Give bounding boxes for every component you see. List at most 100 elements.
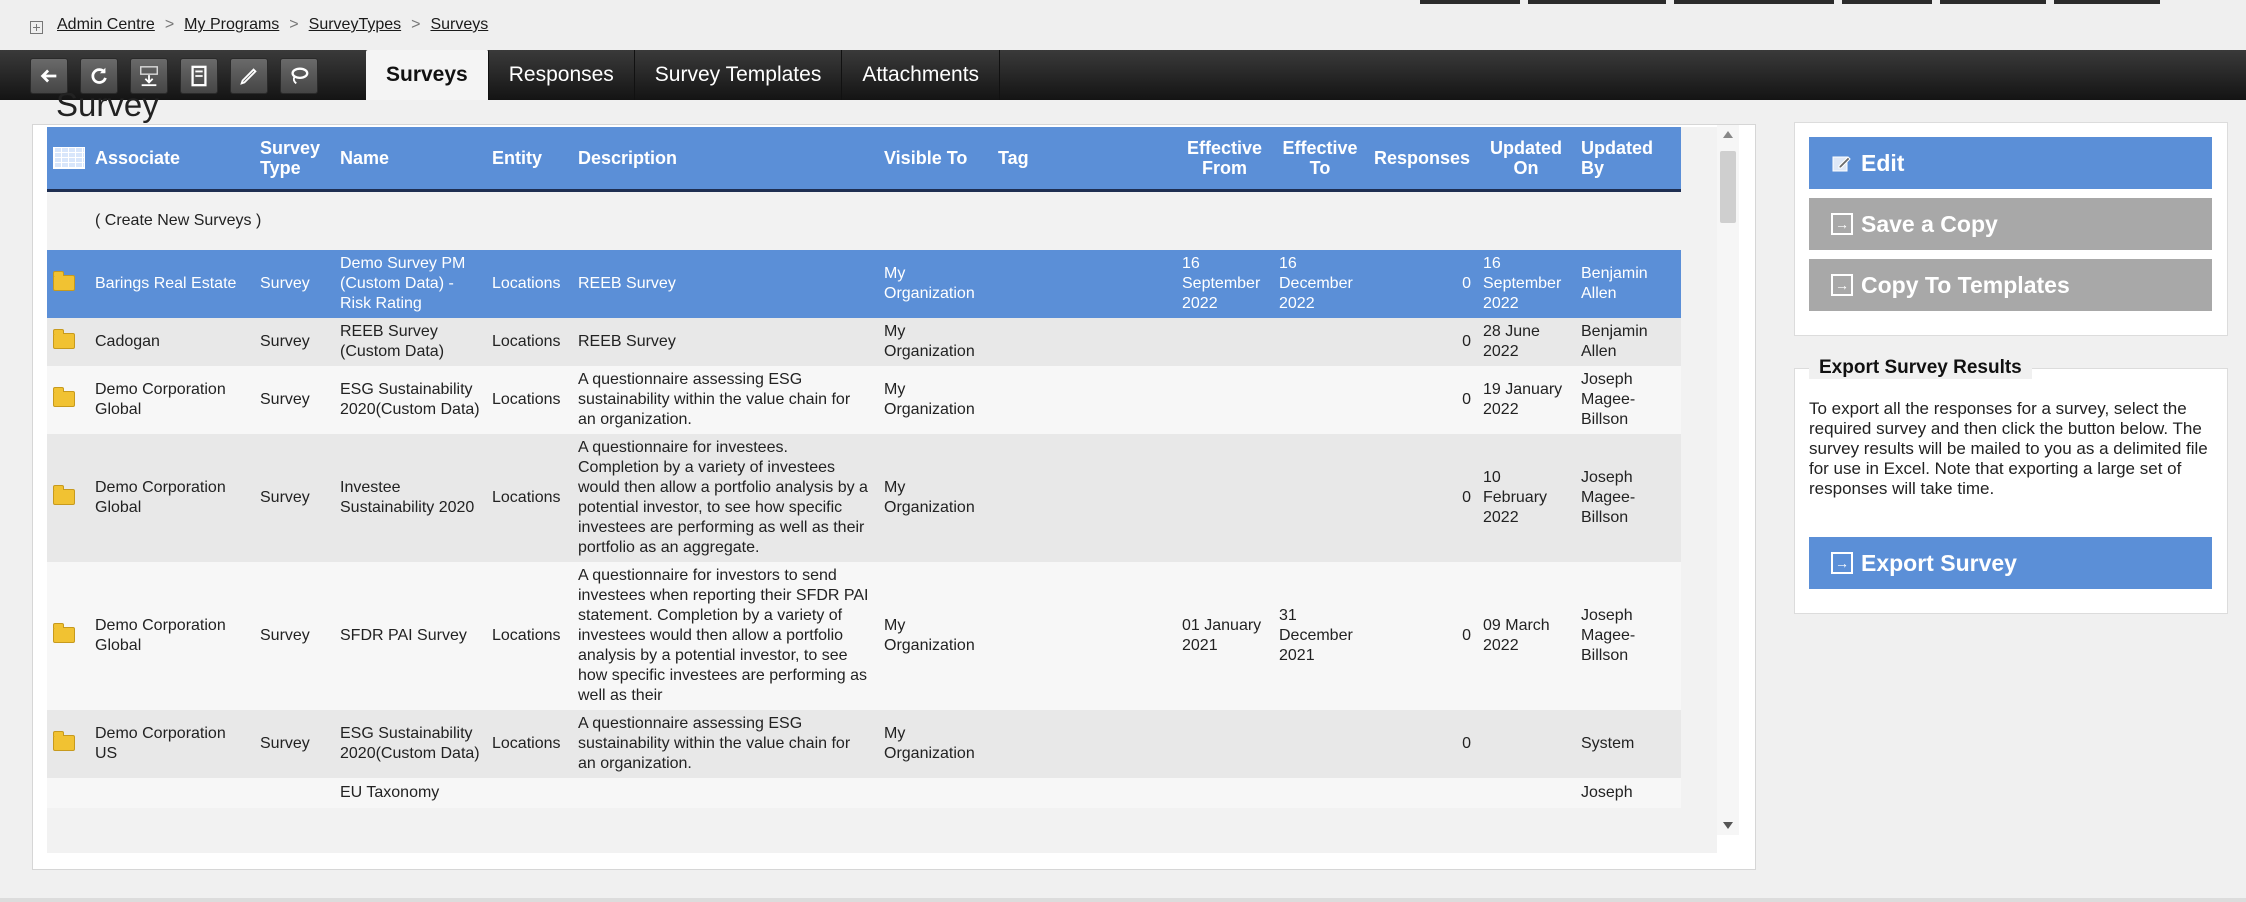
table-row[interactable]: Barings Real Estate Survey Demo Survey PM … xyxy=(47,250,1681,318)
cell-visible-to: My Organization xyxy=(878,366,992,434)
table-row[interactable]: Cadogan Survey REEB Survey (Custom Data) Lo… xyxy=(47,318,1681,366)
col-effective-to[interactable]: Effective To xyxy=(1273,127,1367,192)
tab-survey-templates[interactable]: Survey Templates xyxy=(635,50,843,100)
cell-updated-on xyxy=(1477,778,1575,808)
breadcrumb-survey-types[interactable]: SurveyTypes xyxy=(309,16,401,34)
cell-effective-from xyxy=(1176,710,1273,778)
cell-associate: Demo Corporation Global xyxy=(89,434,254,562)
table-row[interactable]: EU Taxonomy Joseph xyxy=(47,778,1681,808)
cell-effective-from xyxy=(1176,366,1273,434)
edit-button-label: Edit xyxy=(1861,149,1905,176)
cell-tag xyxy=(992,778,1176,808)
cell-entity: Locations xyxy=(486,710,572,778)
folder-icon[interactable] xyxy=(53,329,75,349)
table-row[interactable]: Demo Corporation Global Survey ESG Sustain… xyxy=(47,366,1681,434)
copy-to-templates-button[interactable]: → Copy To Templates xyxy=(1809,259,2212,311)
folder-icon[interactable] xyxy=(53,387,75,407)
scroll-thumb[interactable] xyxy=(1720,151,1736,223)
cell-associate: Cadogan xyxy=(89,318,254,366)
breadcrumb-my-programs[interactable]: My Programs xyxy=(184,16,279,34)
col-visible-to[interactable]: Visible To xyxy=(878,127,992,192)
footer-divider xyxy=(0,898,2246,902)
cell-effective-to xyxy=(1273,318,1367,366)
col-tag[interactable]: Tag xyxy=(992,127,1176,192)
folder-icon[interactable] xyxy=(53,731,75,751)
edit-tool-button[interactable] xyxy=(230,58,268,94)
cell-description: A questionnaire assessing ESG sustainabi… xyxy=(572,366,878,434)
col-responses[interactable]: Responses xyxy=(1367,127,1477,192)
col-effective-from[interactable]: Effective From xyxy=(1176,127,1273,192)
cell-responses: 0 xyxy=(1367,710,1477,778)
cell-visible-to: My Organization xyxy=(878,434,992,562)
back-arrow-icon xyxy=(40,69,57,83)
refresh-icon xyxy=(91,67,107,84)
cell-description xyxy=(572,778,878,808)
cell-visible-to: My Organization xyxy=(878,250,992,318)
cell-updated-on xyxy=(1477,710,1575,778)
arrow-right-icon: → xyxy=(1831,274,1853,296)
table-options-header[interactable] xyxy=(47,127,89,192)
folder-icon[interactable] xyxy=(53,623,75,643)
cell-description: A questionnaire for investors to send in… xyxy=(572,562,878,710)
cell-updated-by: Joseph Magee-Billson xyxy=(1575,562,1681,710)
cell-entity: Locations xyxy=(486,434,572,562)
cell-associate: Demo Corporation Global xyxy=(89,562,254,710)
col-associate[interactable]: Associate xyxy=(89,127,254,192)
tab-responses[interactable]: Responses xyxy=(489,50,635,100)
breadcrumb-surveys[interactable]: Surveys xyxy=(430,16,488,34)
cell-survey-type: Survey xyxy=(254,562,334,710)
col-survey-type[interactable]: Survey Type xyxy=(254,127,334,192)
tab-surveys[interactable]: Surveys xyxy=(366,50,489,100)
cell-tag xyxy=(992,434,1176,562)
surveys-table-container: Associate Survey Type Name Entity Descri… xyxy=(47,127,1717,853)
table-row[interactable]: Demo Corporation Global Survey SFDR PAI Su… xyxy=(47,562,1681,710)
col-entity[interactable]: Entity xyxy=(486,127,572,192)
export-survey-label: Export Survey xyxy=(1861,549,2017,576)
expand-icon[interactable] xyxy=(30,20,43,34)
cell-name: Investee Sustainability 2020 xyxy=(334,434,486,562)
page-title: Survey xyxy=(56,86,159,123)
cell-entity: Locations xyxy=(486,366,572,434)
cell-tag xyxy=(992,318,1176,366)
cell-responses: 0 xyxy=(1367,318,1477,366)
cell-associate: Barings Real Estate xyxy=(89,250,254,318)
col-description[interactable]: Description xyxy=(572,127,878,192)
cell-updated-by: System xyxy=(1575,710,1681,778)
arrow-right-icon: → xyxy=(1831,213,1853,235)
breadcrumb-separator: > xyxy=(289,16,299,33)
cell-visible-to: My Organization xyxy=(878,710,992,778)
lasso-button[interactable] xyxy=(280,58,318,94)
folder-icon[interactable] xyxy=(53,485,75,505)
breadcrumb-admin-centre[interactable]: Admin Centre xyxy=(57,16,155,34)
top-bar: Admin Centre > My Programs > SurveyTypes… xyxy=(0,0,2246,50)
export-title: Export Survey Results xyxy=(1809,357,2032,379)
col-updated-by[interactable]: Updated By xyxy=(1575,127,1681,192)
cell-name: Demo Survey PM (Custom Data) - Risk Rati… xyxy=(334,250,486,318)
cell-name: REEB Survey (Custom Data) xyxy=(334,318,486,366)
scroll-up-icon[interactable] xyxy=(1723,131,1733,138)
document-button[interactable] xyxy=(180,58,218,94)
table-scrollbar[interactable] xyxy=(1717,125,1739,835)
edit-button[interactable]: Edit xyxy=(1809,137,2212,189)
scroll-down-icon[interactable] xyxy=(1723,822,1733,829)
col-updated-on[interactable]: Updated On xyxy=(1477,127,1575,192)
actions-box: Edit → Save a Copy → Copy To Templates xyxy=(1794,122,2228,336)
cell-updated-by: Joseph Magee-Billson xyxy=(1575,366,1681,434)
table-grid-icon xyxy=(53,147,85,170)
tab-attachments[interactable]: Attachments xyxy=(842,50,1001,100)
cell-tag xyxy=(992,710,1176,778)
export-survey-button[interactable]: → Export Survey xyxy=(1809,537,2212,589)
export-survey-results-box: Export Survey Results To export all the … xyxy=(1794,357,2228,614)
breadcrumb: Admin Centre > My Programs > SurveyTypes… xyxy=(30,16,488,34)
toolbar: Surveys Responses Survey Templates Attac… xyxy=(0,50,2246,100)
save-copy-button[interactable]: → Save a Copy xyxy=(1809,198,2212,250)
cell-effective-from xyxy=(1176,778,1273,808)
cell-survey-type xyxy=(254,778,334,808)
table-row[interactable]: Demo Corporation Global Survey Investee Su… xyxy=(47,434,1681,562)
cell-survey-type: Survey xyxy=(254,710,334,778)
folder-icon[interactable] xyxy=(53,271,75,291)
create-new-row: ( Create New Surveys ) xyxy=(47,190,1681,250)
col-name[interactable]: Name xyxy=(334,127,486,192)
create-new-survey-link[interactable]: ( Create New Surveys ) xyxy=(89,190,1681,250)
table-row[interactable]: Demo Corporation US Survey ESG Sustainabil… xyxy=(47,710,1681,778)
